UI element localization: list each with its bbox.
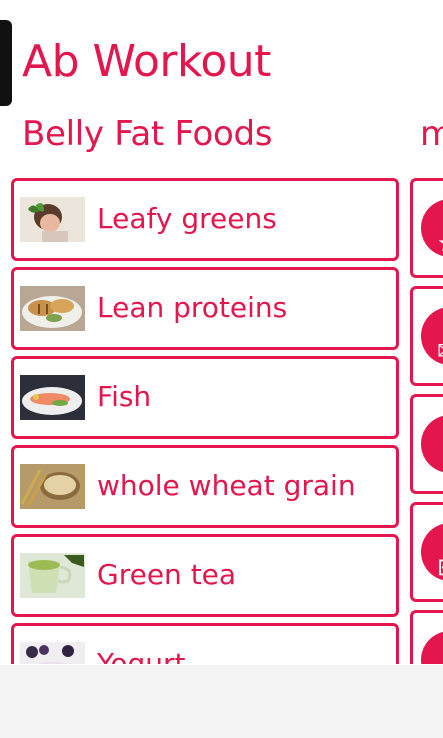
food-list: Leafy greens Lean proteins Fish whole wh… (11, 178, 399, 664)
list-item-label: Leafy greens (97, 202, 277, 235)
share-icon: S (421, 631, 443, 664)
whole-wheat-grain-thumbnail (20, 464, 85, 509)
lean-proteins-thumbnail (20, 286, 85, 331)
green-tea-thumbnail (20, 553, 85, 598)
side-tile-circle[interactable] (410, 394, 443, 494)
side-tile-gift[interactable]: ⊞ (410, 502, 443, 602)
gift-icon: ⊞ (421, 523, 443, 581)
more-apps-column: ★ ✉ ⊞ S (410, 178, 443, 664)
list-item-green-tea[interactable]: Green tea (11, 534, 399, 617)
next-section-title-peek[interactable]: m (420, 114, 443, 154)
list-item-leafy-greens[interactable]: Leafy greens (11, 178, 399, 261)
list-item-label: whole wheat grain (97, 469, 356, 502)
list-item-label: Yogurt (97, 647, 186, 664)
list-item-fish[interactable]: Fish (11, 356, 399, 439)
circle-icon (421, 415, 443, 473)
list-item-yogurt[interactable]: Yogurt (11, 623, 399, 664)
list-item-label: Fish (97, 380, 152, 413)
left-edge-marker (0, 20, 12, 106)
section-title: Belly Fat Foods (22, 114, 273, 154)
list-item-label: Green tea (97, 558, 237, 591)
fish-thumbnail (20, 375, 85, 420)
star-icon: ★ (421, 199, 443, 257)
side-tile-share[interactable]: S (410, 610, 443, 664)
app-title: Ab Workout (22, 36, 271, 87)
leafy-greens-thumbnail (20, 197, 85, 242)
bottom-app-bar[interactable] (0, 665, 443, 738)
side-tile-rate[interactable]: ★ (410, 178, 443, 278)
yogurt-thumbnail (20, 642, 85, 664)
mail-icon: ✉ (421, 307, 443, 365)
list-item-whole-wheat-grain[interactable]: whole wheat grain (11, 445, 399, 528)
list-item-label: Lean proteins (97, 291, 288, 324)
side-tile-mail[interactable]: ✉ (410, 286, 443, 386)
list-item-lean-proteins[interactable]: Lean proteins (11, 267, 399, 350)
